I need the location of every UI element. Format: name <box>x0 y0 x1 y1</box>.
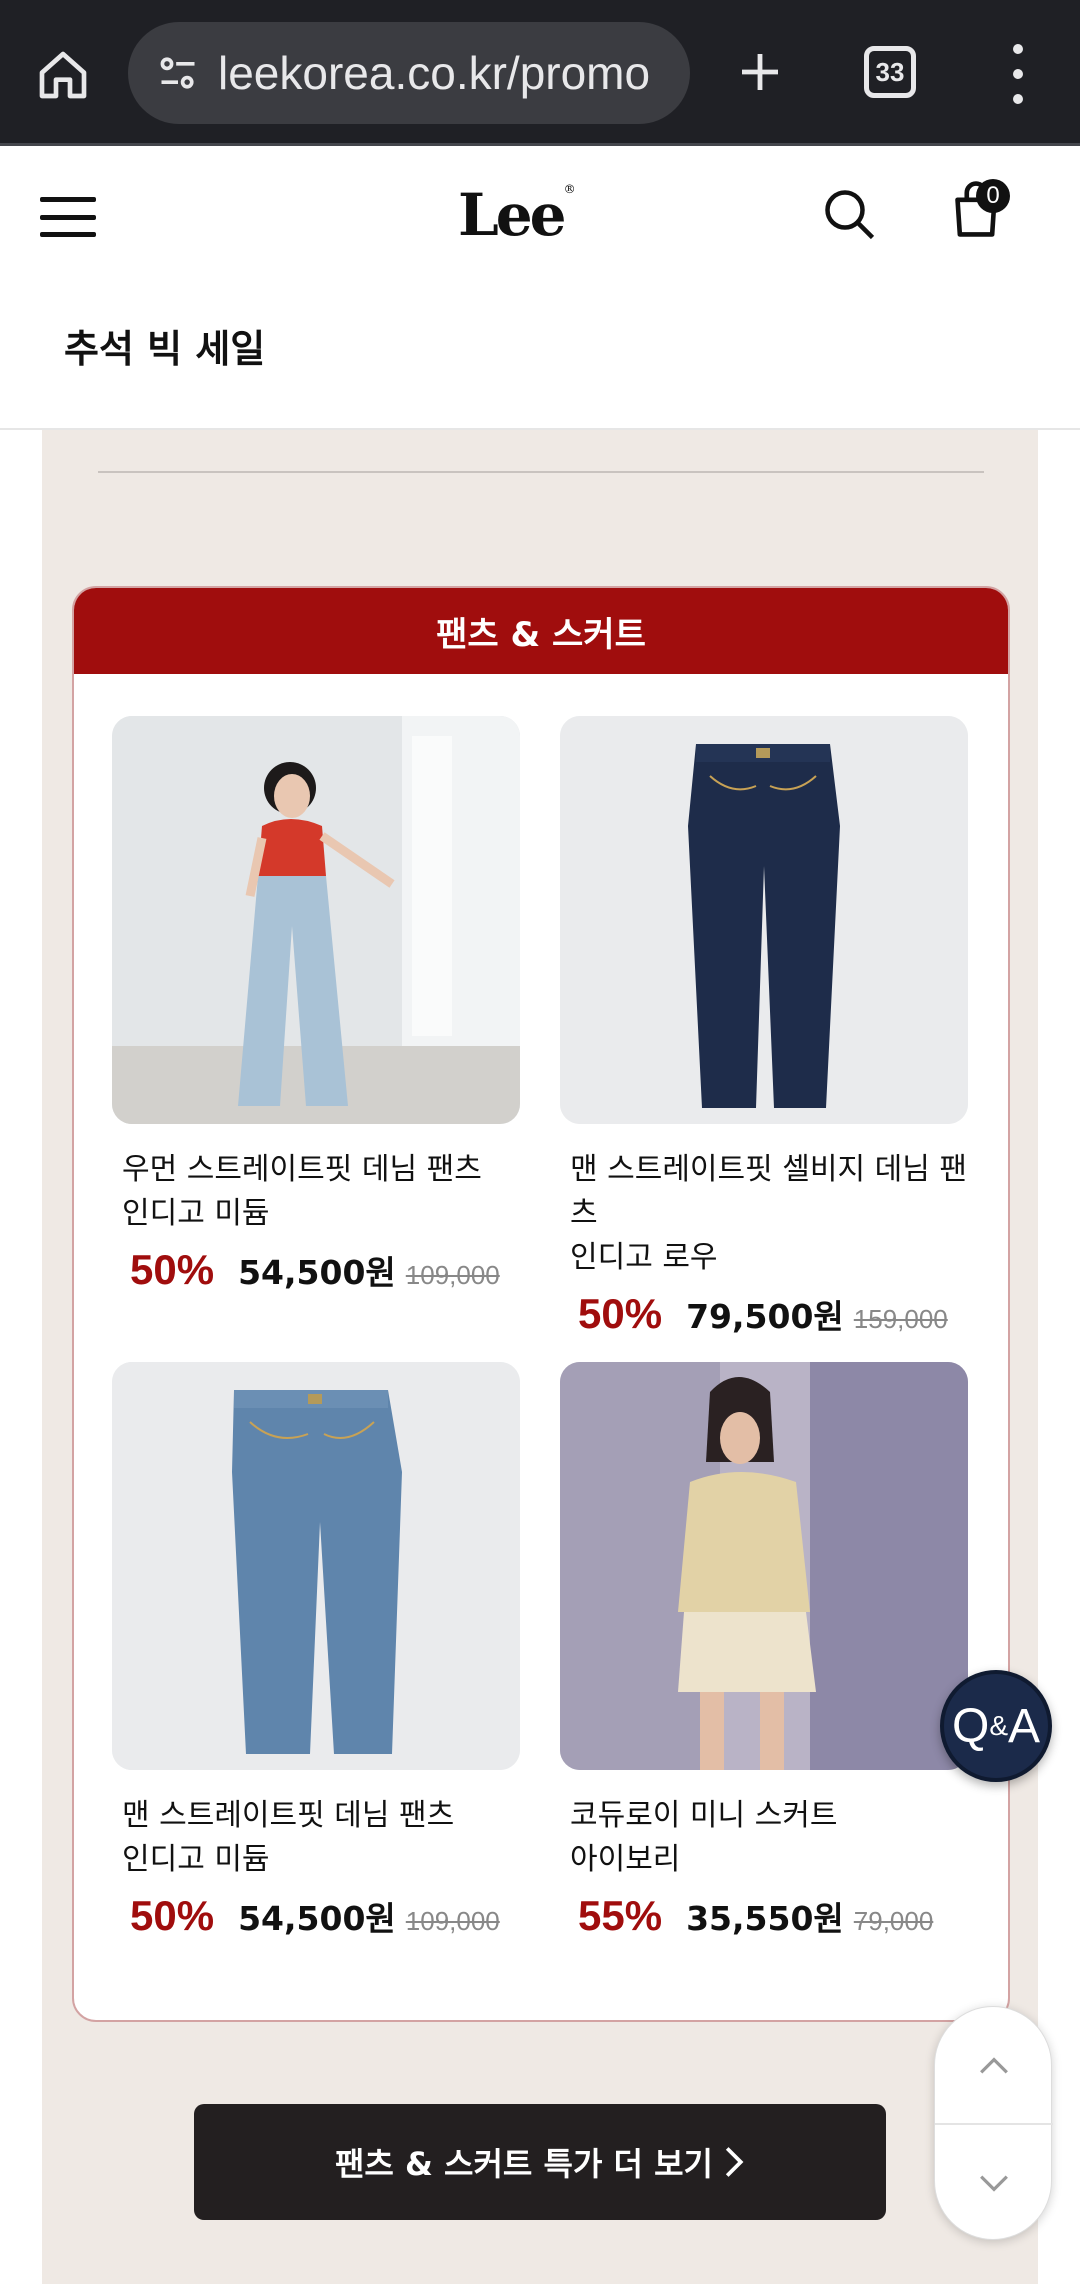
tab-count: 33 <box>875 56 905 87</box>
page-title: 추석 빅 세일 <box>64 327 266 371</box>
category-pants-skirts: 팬츠 & 스커트 우먼 스트레이트핏 데님 팬츠 인디고 미듐 50% 54,5 <box>72 586 1010 2022</box>
search-icon <box>825 190 875 240</box>
scroll-top-button[interactable] <box>935 2007 1053 2124</box>
scroll-controls <box>934 2006 1053 2241</box>
browser-menu-button[interactable] <box>1000 44 1036 104</box>
original-price: 109,000 <box>405 1260 500 1290</box>
product-card[interactable]: 우먼 스트레이트핏 데님 팬츠 인디고 미듐 50% 54,500원 109,0… <box>112 716 520 1294</box>
site-header: Lee® 0 <box>0 149 1080 279</box>
price-row: 55% 35,550원 79,000 <box>578 1892 968 1940</box>
scroll-bottom-button[interactable] <box>935 2124 1053 2241</box>
sale-price: 54,500원 <box>238 1253 396 1292</box>
plus-icon <box>742 54 778 90</box>
tab-switcher-button[interactable]: 33 <box>864 46 916 98</box>
product-name[interactable]: 코듀로이 미니 스커트 아이보리 <box>570 1794 968 1882</box>
more-deals-label: 팬츠 & 스커트 특가 더 보기 <box>334 2145 713 2183</box>
menu-icon <box>40 197 96 202</box>
lee-logo[interactable]: Lee® <box>458 181 576 249</box>
product-image[interactable] <box>112 716 520 1124</box>
product-image[interactable] <box>560 716 968 1124</box>
product-name[interactable]: 우먼 스트레이트핏 데님 팬츠 인디고 미듐 <box>122 1148 520 1236</box>
new-tab-button[interactable] <box>728 40 792 104</box>
site-settings-button[interactable] <box>148 43 208 103</box>
site-settings-icon <box>160 57 195 89</box>
divider <box>98 471 984 473</box>
product-card[interactable]: 맨 스트레이트핏 데님 팬츠 인디고 미듐 50% 54,500원 109,00… <box>112 1362 520 1940</box>
discount-rate: 50% <box>130 1246 215 1293</box>
original-price: 159,000 <box>853 1304 948 1334</box>
search-button[interactable] <box>820 185 880 245</box>
sale-price: 79,500원 <box>686 1297 844 1336</box>
sale-price: 54,500원 <box>238 1899 396 1938</box>
discount-rate: 50% <box>130 1892 215 1939</box>
sale-price: 35,550원 <box>686 1899 844 1938</box>
home-button[interactable] <box>28 40 98 110</box>
more-vert-icon <box>1013 44 1023 54</box>
original-price: 109,000 <box>405 1906 500 1936</box>
discount-rate: 50% <box>578 1290 663 1337</box>
product-card[interactable]: 코듀로이 미니 스커트 아이보리 55% 35,550원 79,000 <box>560 1362 968 1940</box>
chevron-up-icon <box>980 2056 1008 2074</box>
price-row: 50% 79,500원 159,000 <box>578 1290 968 1338</box>
menu-button[interactable] <box>40 197 96 237</box>
cart-count-badge: 0 <box>976 179 1010 213</box>
home-icon <box>39 51 87 99</box>
more-deals-button[interactable]: 팬츠 & 스커트 특가 더 보기 <box>194 2104 886 2220</box>
chevron-right-icon <box>725 2147 744 2177</box>
url-text[interactable]: leekorea.co.kr/promo <box>218 46 688 100</box>
category-title: 팬츠 & 스커트 <box>74 588 1008 674</box>
discount-rate: 55% <box>578 1892 663 1939</box>
chevron-down-icon <box>980 2174 1008 2192</box>
price-row: 50% 54,500원 109,000 <box>130 1246 520 1294</box>
product-image[interactable] <box>112 1362 520 1770</box>
original-price: 79,000 <box>853 1906 934 1936</box>
product-card[interactable]: 맨 스트레이트핏 셀비지 데님 팬츠 인디고 로우 50% 79,500원 15… <box>560 716 968 1338</box>
price-row: 50% 54,500원 109,000 <box>130 1892 520 1940</box>
qa-floating-button[interactable]: Q & A <box>940 1670 1052 1782</box>
browser-toolbar: leekorea.co.kr/promo 33 <box>0 0 1080 146</box>
product-image[interactable] <box>560 1362 968 1770</box>
product-name[interactable]: 맨 스트레이트핏 셀비지 데님 팬츠 인디고 로우 <box>570 1148 968 1280</box>
address-bar[interactable]: leekorea.co.kr/promo <box>128 22 690 124</box>
product-name[interactable]: 맨 스트레이트핏 데님 팬츠 인디고 미듐 <box>122 1794 520 1882</box>
